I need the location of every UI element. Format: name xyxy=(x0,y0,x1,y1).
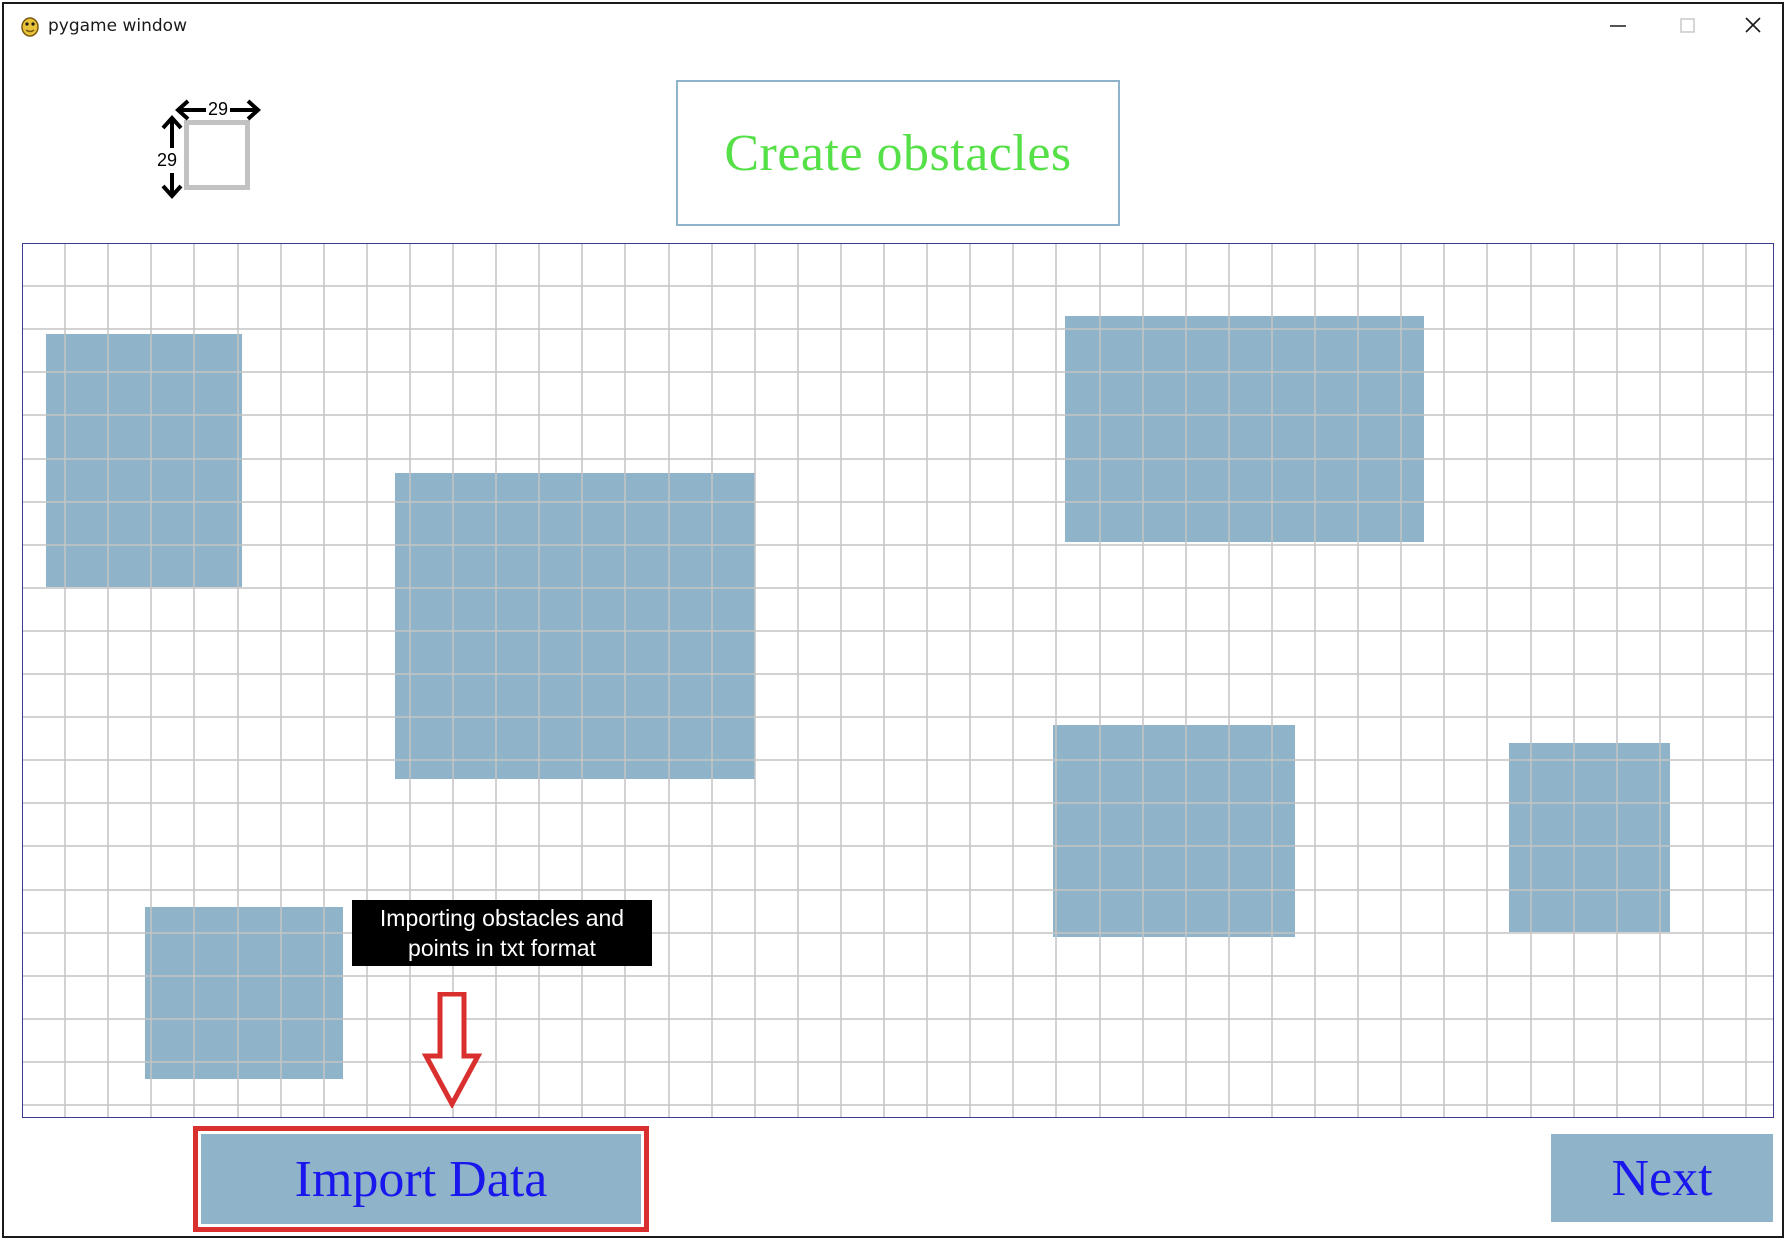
maximize-button[interactable] xyxy=(1656,4,1716,48)
maximize-icon xyxy=(1680,18,1695,33)
grid-layer xyxy=(23,244,1773,1117)
down-arrow-icon xyxy=(422,992,482,1108)
minimize-button[interactable] xyxy=(1588,4,1648,48)
cell-height-label: 29 xyxy=(157,148,178,173)
obstacle-grid-canvas[interactable] xyxy=(22,243,1774,1118)
pygame-snake-icon xyxy=(21,17,39,37)
title-bar[interactable]: pygame window xyxy=(4,4,1782,48)
close-icon xyxy=(1745,17,1761,33)
obstacle[interactable] xyxy=(1053,725,1295,937)
pygame-window: pygame window 29 29 Create obstacles Imp… xyxy=(2,2,1784,1238)
tooltip-line: points in txt format xyxy=(408,935,596,961)
cell-width-label: 29 xyxy=(206,99,231,120)
window-title: pygame window xyxy=(48,16,187,36)
import-data-label: Import Data xyxy=(294,1150,548,1208)
obstacle[interactable] xyxy=(1065,316,1424,542)
obstacle[interactable] xyxy=(1509,743,1670,932)
cell-size-indicator: 29 29 xyxy=(154,92,264,202)
obstacle[interactable] xyxy=(395,473,755,779)
heading-box: Create obstacles xyxy=(676,80,1120,226)
page-title: Create obstacles xyxy=(724,124,1072,182)
import-tooltip: Importing obstacles and points in txt fo… xyxy=(352,900,652,966)
next-button[interactable]: Next xyxy=(1551,1134,1773,1222)
obstacles-layer xyxy=(46,316,1670,1079)
import-data-button[interactable]: Import Data xyxy=(201,1134,641,1224)
next-label: Next xyxy=(1611,1149,1713,1207)
close-button[interactable] xyxy=(1722,4,1782,48)
tooltip-line: Importing obstacles and xyxy=(379,905,625,931)
minimize-icon xyxy=(1610,25,1626,27)
